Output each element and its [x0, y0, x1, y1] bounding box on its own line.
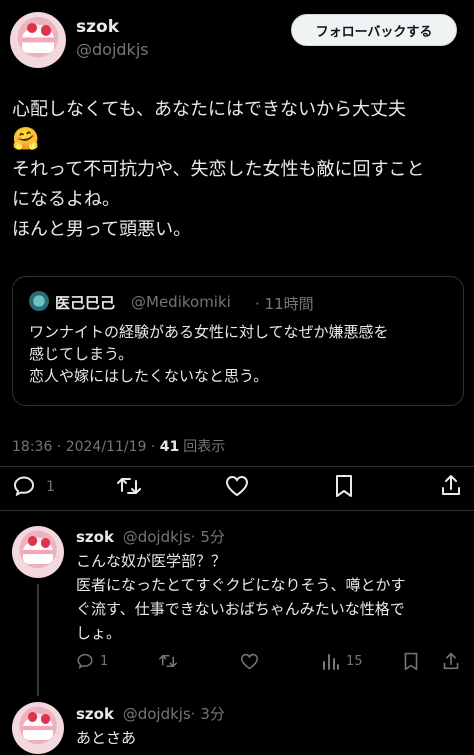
quote-line: 感じてしまう。	[29, 345, 134, 363]
post-emoji: 🤗	[12, 127, 40, 152]
quote-line: 恋人や嫁にはしたくないなと思う。	[29, 367, 269, 385]
post-text: 心配しなくても、あなたにはできないから大丈夫 🤗 それって不可抗力や、失恋した女…	[12, 95, 467, 245]
bookmark-icon[interactable]	[403, 652, 419, 671]
reply-time: · 5分	[190, 528, 225, 546]
quoted-post[interactable]: 医己巳己 @Medikomiki · 11時間 ワンナイトの経験がある女性に対し…	[12, 276, 464, 406]
post-meta: 18:36 · 2024/11/19 · 41 回表示	[12, 436, 225, 456]
reply-handle[interactable]: @dojdkjs	[123, 705, 191, 723]
reply-display-name[interactable]: szok	[76, 528, 114, 546]
reply-icon[interactable]	[12, 474, 36, 498]
views-label: 回表示	[183, 439, 226, 455]
reply-line: しょ。	[76, 624, 122, 642]
quote-line: ワンナイトの経験がある女性に対してなぜか嫌悪感を	[29, 323, 389, 341]
post-line: それって不可抗力や、失恋した女性も敵に回すこと	[12, 159, 425, 180]
author-display-name[interactable]: szok	[76, 17, 119, 37]
share-icon[interactable]	[440, 473, 462, 497]
retweet-icon[interactable]	[116, 474, 142, 498]
views-count: 15	[346, 654, 363, 669]
thread-line	[37, 584, 39, 696]
quote-text: ワンナイトの経験がある女性に対してなぜか嫌悪感を 感じてしまう。 恋人や嫁にはし…	[29, 321, 454, 387]
reply-author-avatar[interactable]	[12, 702, 64, 754]
reply-handle[interactable]: @dojdkjs	[123, 528, 191, 546]
reply-text: あとさあ	[76, 726, 466, 750]
reply-author-avatar[interactable]	[12, 526, 64, 578]
post-line: になるよね。	[12, 189, 120, 210]
reply-header: szok @dojdkjs· 3分	[76, 703, 225, 724]
reply-header: szok @dojdkjs· 5分	[76, 526, 225, 547]
reply-line: ぐ流す、仕事できないおばちゃんみたいな性格で	[76, 600, 405, 618]
reply-text: こんな奴が医学部？？ 医者になったとてすぐクビになりそう、噂とかす ぐ流す、仕事…	[76, 549, 466, 645]
like-icon[interactable]	[225, 475, 249, 497]
reply-count: 1	[100, 654, 109, 669]
author-avatar[interactable]	[10, 12, 66, 68]
views-icon[interactable]	[322, 653, 340, 670]
reply-display-name[interactable]: szok	[76, 705, 114, 723]
post-line: 心配しなくても、あなたにはできないから大丈夫	[12, 99, 407, 120]
share-icon[interactable]	[442, 651, 460, 671]
reply-icon[interactable]	[76, 652, 94, 670]
views-count: 41	[159, 439, 180, 455]
post-line: ほんと男って頭悪い。	[12, 219, 192, 240]
reply-count: 1	[46, 479, 55, 495]
post-timestamp[interactable]: 18:36 · 2024/11/19 ·	[12, 439, 160, 455]
divider	[0, 466, 474, 467]
follow-back-button[interactable]: フォローバックする	[291, 14, 457, 46]
retweet-icon[interactable]	[158, 652, 178, 670]
reply-line: 医者になったとてすぐクビになりそう、噂とかす	[76, 576, 406, 594]
quote-author-handle: @Medikomiki	[131, 293, 231, 311]
quote-time: · 11時間	[255, 295, 314, 313]
bookmark-icon[interactable]	[334, 474, 354, 498]
quote-author-name: 医己巳己	[55, 294, 116, 312]
reply-time: · 3分	[190, 705, 225, 723]
like-icon[interactable]	[240, 653, 259, 670]
reply-line: あとさあ	[76, 729, 137, 747]
quote-author-avatar	[29, 291, 49, 311]
author-handle[interactable]: @dojdkjs	[76, 40, 149, 59]
divider	[0, 510, 474, 511]
reply-line: こんな奴が医学部？？	[76, 552, 227, 570]
